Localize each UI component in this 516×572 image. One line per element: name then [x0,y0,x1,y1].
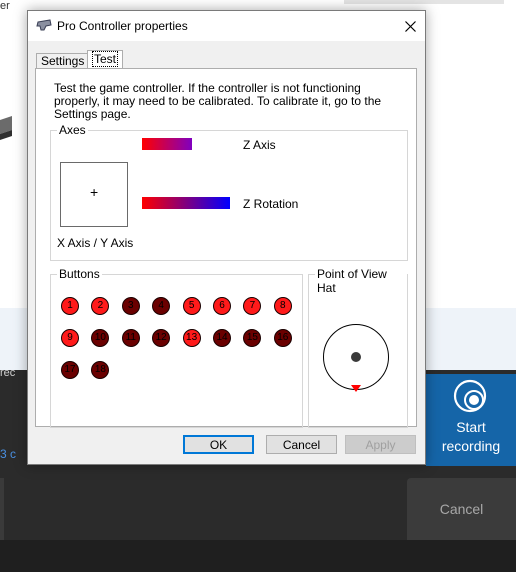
tab-test-label: Test [92,51,119,67]
controller-button-indicator: 5 [182,297,201,315]
xy-axis-box: + [60,162,128,227]
intro-text: Test the game controller. If the control… [54,81,382,121]
z-axis-label: Z Axis [243,138,276,152]
background-text-fragment: er [0,0,10,12]
pov-hat-circle [323,324,389,392]
ok-button[interactable]: OK [183,435,254,454]
controller-button-indicator: 16 [273,329,292,347]
z-rotation-bar [142,197,230,209]
controller-button-indicator: 11 [121,329,140,347]
background-side-panel [0,478,4,540]
pov-hat-center-icon [351,352,361,362]
z-rotation-label: Z Rotation [243,197,299,211]
buttons-group: Buttons 1 2 3 4 5 6 7 8 9 10 11 12 13 14 15 16 17 18 [50,267,303,428]
controller-button-indicator: 12 [152,329,171,347]
tab-settings[interactable]: Settings [36,53,90,69]
background-text-fragment-rec: rec [0,367,16,379]
background-link-fragment[interactable]: 3 c [0,447,16,461]
controller-button-indicator: 10 [91,329,110,347]
controller-button-indicator: 7 [243,297,262,315]
background-top-bar [344,0,504,4]
controller-properties-dialog: Pro Controller properties Settings Test … [27,10,426,465]
close-icon [404,20,416,32]
xy-crosshair-icon: + [90,184,99,200]
pov-hat-group: Point of View Hat [308,267,408,428]
controller-button-indicator: 6 [213,297,231,315]
controller-button-indicator: 4 [152,297,171,315]
pov-hat-group-label: Point of View Hat [315,267,407,295]
controller-button-indicator: 17 [61,361,79,379]
start-recording-label: Start recording [441,419,501,454]
controller-device-icon [0,116,12,140]
controller-button-indicator: 14 [213,329,231,347]
apply-button[interactable]: Apply [345,435,416,454]
axes-group-label: Axes [57,123,88,137]
controller-button-indicator: 8 [273,297,292,315]
pov-hat-direction-marker [351,385,361,392]
gamepad-icon [36,19,52,31]
dialog-title: Pro Controller properties [57,19,188,33]
test-tab-panel: Test the game controller. If the control… [35,68,417,428]
close-button[interactable] [395,11,425,41]
controller-button-indicator: 2 [91,297,110,315]
controller-button-indicator: 13 [182,329,201,347]
cancel-button[interactable]: Cancel [266,435,337,454]
axes-group: Axes + X Axis / Y Axis Z Axis Z Rotation [50,123,408,261]
background-footer [0,540,516,572]
title-bar[interactable]: Pro Controller properties [28,11,425,41]
controller-button-indicator: 3 [121,297,140,315]
tab-test[interactable]: Test [87,50,124,69]
controller-button-indicator: 1 [61,297,79,315]
z-axis-bar [142,138,192,150]
background-cancel-button[interactable]: Cancel [407,478,516,540]
buttons-group-label: Buttons [57,267,102,281]
start-recording-button[interactable]: Start recording [426,374,516,466]
controller-button-indicator: 9 [61,329,79,347]
record-icon [453,379,487,413]
controller-button-indicator: 18 [91,361,110,379]
controller-button-indicator: 15 [243,329,262,347]
xy-axis-label: X Axis / Y Axis [57,236,134,250]
